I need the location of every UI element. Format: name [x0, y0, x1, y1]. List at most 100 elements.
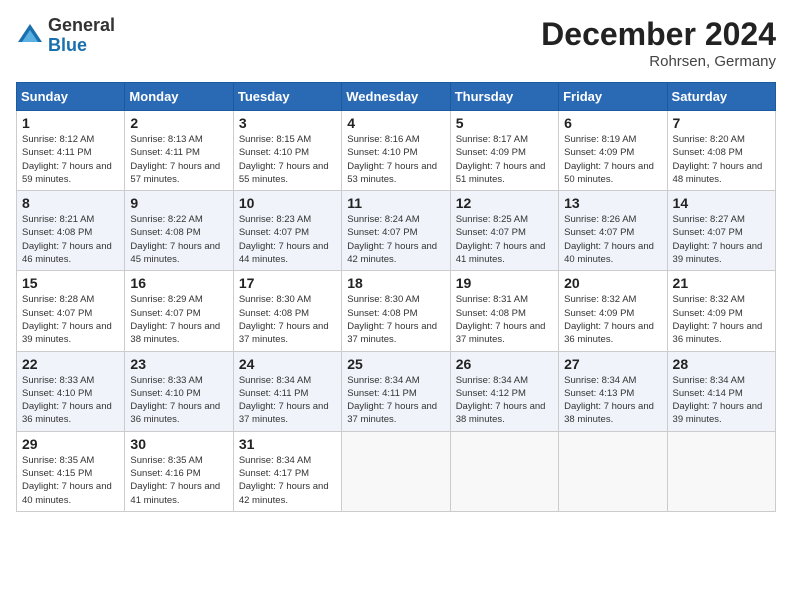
- calendar-body: 1Sunrise: 8:12 AMSunset: 4:11 PMDaylight…: [17, 111, 776, 512]
- calendar-cell: 19Sunrise: 8:31 AMSunset: 4:08 PMDayligh…: [450, 271, 558, 351]
- calendar-cell: 11Sunrise: 8:24 AMSunset: 4:07 PMDayligh…: [342, 191, 450, 271]
- calendar-cell: 21 Sunrise: 8:32 AMSunset: 4:09 PMDayligh…: [667, 271, 775, 351]
- calendar-cell: 4 Sunrise: 8:16 AMSunset: 4:10 PMDaylight…: [342, 111, 450, 191]
- logo-line2: Blue: [48, 36, 115, 56]
- day-number: 15: [22, 275, 119, 291]
- day-number: 6: [564, 115, 661, 131]
- calendar-week-3: 15 Sunrise: 8:28 AMSunset: 4:07 PMDayligh…: [17, 271, 776, 351]
- calendar-cell: 27 Sunrise: 8:34 AMSunset: 4:13 PMDayligh…: [559, 351, 667, 431]
- day-number: 26: [456, 356, 553, 372]
- day-number: 4: [347, 115, 444, 131]
- calendar-cell: 9 Sunrise: 8:22 AMSunset: 4:08 PMDaylight…: [125, 191, 233, 271]
- day-info: Sunrise: 8:34 AMSunset: 4:14 PMDaylight:…: [673, 374, 770, 427]
- calendar-week-2: 8 Sunrise: 8:21 AMSunset: 4:08 PMDaylight…: [17, 191, 776, 271]
- day-info: Sunrise: 8:34 AMSunset: 4:17 PMDaylight:…: [239, 454, 336, 507]
- calendar-cell: 25Sunrise: 8:34 AMSunset: 4:11 PMDayligh…: [342, 351, 450, 431]
- day-number: 24: [239, 356, 336, 372]
- day-number: 31: [239, 436, 336, 452]
- location: Rohrsen, Germany: [541, 53, 776, 70]
- calendar-cell: 5Sunrise: 8:17 AMSunset: 4:09 PMDaylight…: [450, 111, 558, 191]
- day-number: 19: [456, 275, 553, 291]
- day-info: Sunrise: 8:28 AMSunset: 4:07 PMDaylight:…: [22, 293, 119, 346]
- calendar-cell: 29 Sunrise: 8:35 AMSunset: 4:15 PMDayligh…: [17, 431, 125, 511]
- day-number: 9: [130, 195, 227, 211]
- day-info: Sunrise: 8:22 AMSunset: 4:08 PMDaylight:…: [130, 213, 227, 266]
- day-number: 18: [347, 275, 444, 291]
- day-info: Sunrise: 8:30 AMSunset: 4:08 PMDaylight:…: [347, 293, 444, 346]
- calendar-cell: 22Sunrise: 8:33 AMSunset: 4:10 PMDayligh…: [17, 351, 125, 431]
- day-number: 7: [673, 115, 770, 131]
- calendar-cell: 18 Sunrise: 8:30 AMSunset: 4:08 PMDayligh…: [342, 271, 450, 351]
- day-info: Sunrise: 8:25 AMSunset: 4:07 PMDaylight:…: [456, 213, 553, 266]
- day-number: 2: [130, 115, 227, 131]
- calendar-cell: 20Sunrise: 8:32 AMSunset: 4:09 PMDayligh…: [559, 271, 667, 351]
- day-info: Sunrise: 8:17 AMSunset: 4:09 PMDaylight:…: [456, 133, 553, 186]
- day-info: Sunrise: 8:34 AMSunset: 4:11 PMDaylight:…: [239, 374, 336, 427]
- day-header-thursday: Thursday: [450, 83, 558, 111]
- day-number: 22: [22, 356, 119, 372]
- calendar-cell: 31 Sunrise: 8:34 AMSunset: 4:17 PMDayligh…: [233, 431, 341, 511]
- title-block: December 2024 Rohrsen, Germany: [541, 16, 776, 70]
- calendar-cell: 17Sunrise: 8:30 AMSunset: 4:08 PMDayligh…: [233, 271, 341, 351]
- logo-icon: [16, 22, 44, 50]
- day-info: Sunrise: 8:33 AMSunset: 4:10 PMDaylight:…: [130, 374, 227, 427]
- day-info: Sunrise: 8:35 AMSunset: 4:15 PMDaylight:…: [22, 454, 119, 507]
- calendar-cell: 12Sunrise: 8:25 AMSunset: 4:07 PMDayligh…: [450, 191, 558, 271]
- day-info: Sunrise: 8:15 AMSunset: 4:10 PMDaylight:…: [239, 133, 336, 186]
- day-number: 23: [130, 356, 227, 372]
- day-header-friday: Friday: [559, 83, 667, 111]
- day-number: 10: [239, 195, 336, 211]
- calendar-cell: [450, 431, 558, 511]
- calendar-cell: 2 Sunrise: 8:13 AMSunset: 4:11 PMDaylight…: [125, 111, 233, 191]
- day-header-monday: Monday: [125, 83, 233, 111]
- logo: General Blue: [16, 16, 115, 56]
- calendar-cell: 16 Sunrise: 8:29 AMSunset: 4:07 PMDayligh…: [125, 271, 233, 351]
- calendar-cell: 26 Sunrise: 8:34 AMSunset: 4:12 PMDayligh…: [450, 351, 558, 431]
- day-number: 21: [673, 275, 770, 291]
- day-info: Sunrise: 8:35 AMSunset: 4:16 PMDaylight:…: [130, 454, 227, 507]
- logo-text: General Blue: [48, 16, 115, 56]
- header-row: SundayMondayTuesdayWednesdayThursdayFrid…: [17, 83, 776, 111]
- day-info: Sunrise: 8:26 AMSunset: 4:07 PMDaylight:…: [564, 213, 661, 266]
- calendar-cell: 24 Sunrise: 8:34 AMSunset: 4:11 PMDayligh…: [233, 351, 341, 431]
- calendar-cell: 28Sunrise: 8:34 AMSunset: 4:14 PMDayligh…: [667, 351, 775, 431]
- day-info: Sunrise: 8:32 AMSunset: 4:09 PMDaylight:…: [673, 293, 770, 346]
- day-number: 17: [239, 275, 336, 291]
- day-header-tuesday: Tuesday: [233, 83, 341, 111]
- calendar-cell: 15 Sunrise: 8:28 AMSunset: 4:07 PMDayligh…: [17, 271, 125, 351]
- day-info: Sunrise: 8:34 AMSunset: 4:13 PMDaylight:…: [564, 374, 661, 427]
- calendar-cell: 23 Sunrise: 8:33 AMSunset: 4:10 PMDayligh…: [125, 351, 233, 431]
- day-info: Sunrise: 8:13 AMSunset: 4:11 PMDaylight:…: [130, 133, 227, 186]
- day-info: Sunrise: 8:16 AMSunset: 4:10 PMDaylight:…: [347, 133, 444, 186]
- calendar-cell: 13 Sunrise: 8:26 AMSunset: 4:07 PMDayligh…: [559, 191, 667, 271]
- day-info: Sunrise: 8:27 AMSunset: 4:07 PMDaylight:…: [673, 213, 770, 266]
- calendar-cell: 7 Sunrise: 8:20 AMSunset: 4:08 PMDaylight…: [667, 111, 775, 191]
- day-number: 3: [239, 115, 336, 131]
- day-number: 1: [22, 115, 119, 131]
- day-info: Sunrise: 8:23 AMSunset: 4:07 PMDaylight:…: [239, 213, 336, 266]
- day-number: 14: [673, 195, 770, 211]
- day-header-wednesday: Wednesday: [342, 83, 450, 111]
- day-number: 29: [22, 436, 119, 452]
- day-number: 27: [564, 356, 661, 372]
- calendar-cell: 6 Sunrise: 8:19 AMSunset: 4:09 PMDaylight…: [559, 111, 667, 191]
- day-number: 8: [22, 195, 119, 211]
- calendar-cell: [559, 431, 667, 511]
- day-info: Sunrise: 8:20 AMSunset: 4:08 PMDaylight:…: [673, 133, 770, 186]
- day-number: 13: [564, 195, 661, 211]
- calendar-cell: [342, 431, 450, 511]
- calendar-week-5: 29 Sunrise: 8:35 AMSunset: 4:15 PMDayligh…: [17, 431, 776, 511]
- day-number: 20: [564, 275, 661, 291]
- calendar-cell: 3 Sunrise: 8:15 AMSunset: 4:10 PMDaylight…: [233, 111, 341, 191]
- calendar-cell: 8 Sunrise: 8:21 AMSunset: 4:08 PMDaylight…: [17, 191, 125, 271]
- calendar-week-4: 22 Sunrise: 8:33 AMSunset: 4:10 PMDayligh…: [17, 351, 776, 431]
- day-info: Sunrise: 8:29 AMSunset: 4:07 PMDaylight:…: [130, 293, 227, 346]
- day-info: Sunrise: 8:34 AMSunset: 4:12 PMDaylight:…: [456, 374, 553, 427]
- day-info: Sunrise: 8:19 AMSunset: 4:09 PMDaylight:…: [564, 133, 661, 186]
- month-title: December 2024: [541, 16, 776, 53]
- day-number: 30: [130, 436, 227, 452]
- day-info: Sunrise: 8:21 AMSunset: 4:08 PMDaylight:…: [22, 213, 119, 266]
- calendar-cell: 10 Sunrise: 8:23 AMSunset: 4:07 PMDayligh…: [233, 191, 341, 271]
- page-header: General Blue December 2024 Rohrsen, Germ…: [16, 16, 776, 70]
- day-number: 16: [130, 275, 227, 291]
